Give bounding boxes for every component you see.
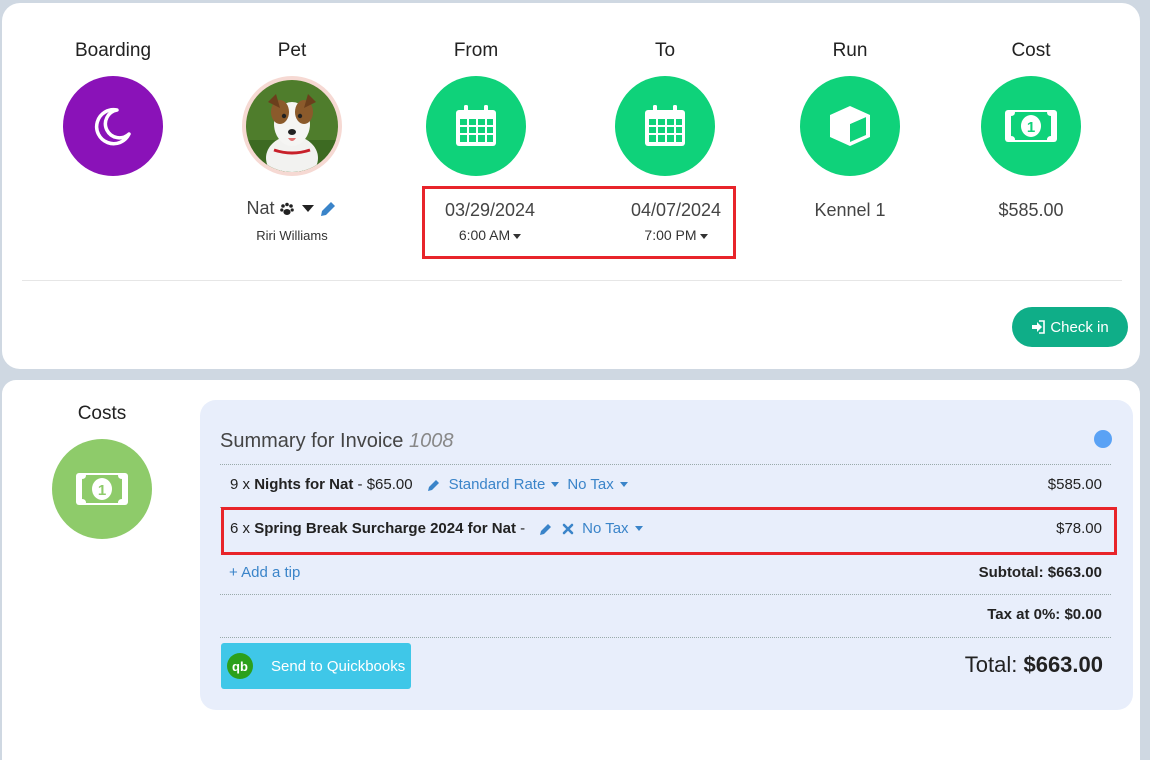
pet-name-row: Nat — [202, 198, 382, 219]
calendar-icon — [645, 105, 685, 146]
line-item-name: Spring Break Surcharge 2024 for Nat — [254, 520, 516, 537]
to-title: To — [654, 40, 676, 61]
tax-label: No Tax — [567, 476, 614, 493]
check-in-button[interactable]: Check in — [1012, 307, 1128, 347]
pet-name: Nat — [246, 198, 275, 218]
rate-label: Standard Rate — [448, 476, 546, 493]
tax-row: Tax at 0%: $0.00 — [230, 606, 1102, 623]
quickbooks-label: Send to Quickbooks — [271, 657, 406, 675]
cost-badge[interactable]: 1 — [981, 76, 1081, 176]
cost-column: Cost 1 $585.00 — [941, 39, 1121, 221]
send-to-quickbooks-button[interactable]: qb Send to Quickbooks — [221, 643, 411, 689]
from-title: From — [453, 40, 499, 61]
from-date-block: 03/29/2024 6:00 AM — [425, 200, 555, 243]
cost-title: Cost — [1011, 40, 1051, 61]
from-badge[interactable] — [426, 76, 526, 176]
costs-title: Costs — [77, 403, 127, 424]
boarding-title: Boarding — [74, 40, 152, 61]
line-qty: 9 x — [230, 476, 251, 493]
edit-pencil-icon[interactable] — [539, 522, 553, 536]
total-value: $663.00 — [1023, 652, 1103, 677]
chevron-down-icon — [634, 526, 643, 531]
sign-in-icon — [1032, 320, 1046, 334]
tax-label: No Tax — [582, 520, 629, 537]
quickbooks-logo-icon: qb — [227, 653, 253, 679]
cost-value: $585.00 — [998, 200, 1064, 220]
tax-dropdown[interactable]: No Tax — [582, 520, 643, 537]
boarding-column: Boarding — [23, 39, 203, 176]
pet-column: Pet Nat Riri Williams — [202, 39, 382, 243]
line-amount: $78.00 — [1056, 520, 1102, 537]
line-price: - $65.00 — [357, 476, 413, 493]
row-divider — [220, 637, 1111, 638]
check-in-label: Check in — [1050, 318, 1109, 336]
subtotal-row: + Add a tip Subtotal: $663.00 — [229, 564, 1102, 581]
moon-icon — [94, 107, 131, 146]
line-qty: 6 x — [230, 520, 251, 537]
invoice-total: Total: $663.00 — [965, 652, 1103, 678]
money-icon: 1 — [1005, 110, 1057, 142]
rate-dropdown[interactable]: Standard Rate — [449, 476, 560, 493]
chevron-down-icon — [699, 233, 708, 239]
divider — [22, 280, 1122, 281]
edit-pencil-icon[interactable] — [318, 199, 338, 219]
costs-badge: 1 — [52, 439, 152, 539]
from-time-dropdown[interactable]: 6:00 AM — [425, 227, 555, 243]
from-time: 6:00 AM — [458, 227, 511, 243]
costs-column: Costs 1 — [42, 402, 162, 539]
chevron-down-icon — [551, 482, 560, 487]
owner-name[interactable]: Riri Williams — [202, 228, 382, 243]
tax-total: Tax at 0%: $0.00 — [987, 606, 1102, 623]
from-column: From — [386, 39, 566, 176]
calendar-icon — [456, 105, 496, 146]
invoice-title-prefix: Summary for Invoice — [220, 430, 404, 452]
boarding-badge[interactable] — [63, 76, 163, 176]
pet-dropdown-caret-icon[interactable] — [301, 205, 314, 212]
pet-avatar[interactable] — [242, 76, 342, 176]
to-date-block: 04/07/2024 7:00 PM — [611, 200, 741, 243]
paw-icon[interactable] — [279, 201, 295, 217]
run-badge[interactable] — [800, 76, 900, 176]
line-item-name: Nights for Nat — [254, 476, 354, 493]
row-divider — [220, 464, 1111, 465]
subtotal: Subtotal: $663.00 — [978, 564, 1102, 581]
tax-dropdown[interactable]: No Tax — [567, 476, 628, 493]
dog-photo — [246, 80, 338, 172]
add-tip-link[interactable]: + Add a tip — [229, 564, 300, 581]
chevron-down-icon — [513, 233, 522, 239]
to-column: To — [575, 39, 755, 176]
line-price: - — [520, 520, 526, 537]
row-divider — [220, 594, 1111, 595]
run-column: Run Kennel 1 — [760, 39, 940, 221]
line-amount: $585.00 — [1047, 476, 1102, 493]
delete-x-icon[interactable] — [562, 523, 574, 535]
to-date[interactable]: 04/07/2024 — [611, 200, 741, 221]
reservation-card: Boarding Pet Nat Riri Williams From To R… — [2, 3, 1140, 369]
to-badge[interactable] — [615, 76, 715, 176]
cube-icon — [830, 106, 870, 146]
svg-text:1: 1 — [98, 482, 106, 499]
pet-title: Pet — [277, 40, 307, 61]
total-label: Total: — [964, 652, 1018, 677]
chevron-down-icon — [619, 482, 628, 487]
costs-card: Costs 1 Summary for Invoice 1008 9 x Nig… — [2, 380, 1140, 760]
status-dot — [1094, 430, 1112, 448]
svg-text:1: 1 — [1027, 119, 1035, 136]
invoice-summary: Summary for Invoice 1008 9 x Nights for … — [200, 400, 1133, 710]
run-value[interactable]: Kennel 1 — [760, 200, 940, 221]
run-title: Run — [832, 40, 868, 61]
invoice-number: 1008 — [408, 430, 454, 452]
to-time-dropdown[interactable]: 7:00 PM — [611, 227, 741, 243]
invoice-title: Summary for Invoice 1008 — [220, 430, 453, 453]
date-range-highlight: 03/29/2024 6:00 AM 04/07/2024 7:00 PM — [422, 186, 736, 259]
money-icon: 1 — [76, 473, 128, 505]
edit-pencil-icon[interactable] — [427, 478, 441, 492]
invoice-line-item: 9 x Nights for Nat - $65.00 Standard Rat… — [230, 476, 1102, 493]
to-time: 7:00 PM — [644, 227, 697, 243]
invoice-line-item: 6 x Spring Break Surcharge 2024 for Nat … — [230, 520, 1102, 537]
from-date[interactable]: 03/29/2024 — [425, 200, 555, 221]
